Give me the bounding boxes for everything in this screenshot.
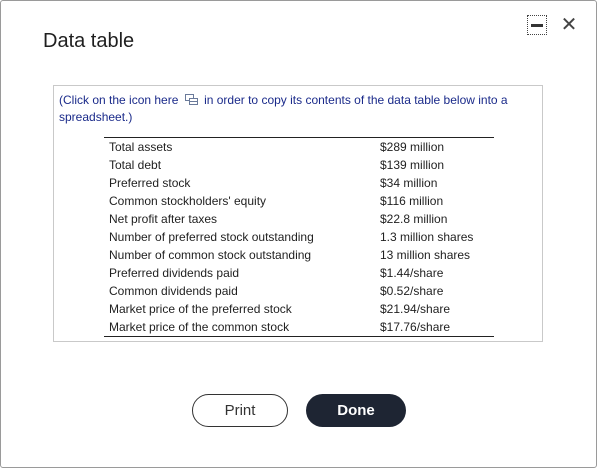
row-value: $116 million xyxy=(380,194,444,208)
copy-hint: (Click on the icon here in order to copy… xyxy=(59,92,539,126)
table-row: Market price of the preferred stock $21.9… xyxy=(104,300,494,318)
copy-hint-text-before: (Click on the icon here xyxy=(59,93,179,107)
row-label: Market price of the common stock xyxy=(109,320,290,334)
table-row: Net profit after taxes $22.8 million xyxy=(104,210,494,228)
row-value: $289 million xyxy=(380,140,445,154)
row-label: Total debt xyxy=(109,158,162,172)
row-label: Preferred dividends paid xyxy=(109,266,240,280)
row-value: $139 million xyxy=(380,158,445,172)
financial-data-table: Total assets $289 million Total debt $139 m… xyxy=(104,137,494,337)
table-row: Preferred dividends paid $1.44/share xyxy=(104,264,494,282)
close-button[interactable]: ✕ xyxy=(559,15,579,35)
row-label: Common dividends paid xyxy=(109,284,238,298)
table-row: Total assets $289 million xyxy=(104,138,494,157)
minimize-icon xyxy=(531,23,543,27)
table-row: Preferred stock $34 million xyxy=(104,174,494,192)
row-value: $17.76/share xyxy=(380,320,451,334)
row-value: $1.44/share xyxy=(380,266,444,280)
table-row: Common dividends paid $0.52/share xyxy=(104,282,494,300)
row-label: Number of common stock outstanding xyxy=(109,248,312,262)
row-label: Preferred stock xyxy=(109,176,191,190)
close-icon: ✕ xyxy=(560,14,578,36)
row-label: Common stockholders' equity xyxy=(109,194,267,208)
table-row: Common stockholders' equity $116 million xyxy=(104,192,494,210)
row-value: $21.94/share xyxy=(380,302,451,316)
row-value: 13 million shares xyxy=(380,248,471,262)
row-value: 1.3 million shares xyxy=(380,230,474,244)
row-label: Net profit after taxes xyxy=(109,212,218,226)
row-value: $34 million xyxy=(380,176,438,190)
data-table-panel: (Click on the icon here in order to copy… xyxy=(53,85,543,342)
done-button[interactable]: Done xyxy=(306,394,406,427)
table-row: Market price of the common stock $17.76/s… xyxy=(104,318,494,337)
dialog-title: Data table xyxy=(43,30,135,52)
row-value: $22.8 million xyxy=(380,212,448,226)
row-label: Market price of the preferred stock xyxy=(109,302,292,316)
row-label: Number of preferred stock outstanding xyxy=(109,230,314,244)
minimize-button[interactable] xyxy=(527,15,547,35)
row-label: Total assets xyxy=(109,140,173,154)
table-row: Number of common stock outstanding 13 mil… xyxy=(104,246,494,264)
row-value: $0.52/share xyxy=(380,284,444,298)
print-button[interactable]: Print xyxy=(192,394,288,427)
copy-spreadsheet-icon[interactable] xyxy=(184,94,198,105)
data-table-dialog: Data table ✕ (Click on the icon here in … xyxy=(0,0,597,468)
table-row: Number of preferred stock outstanding 1.3… xyxy=(104,228,494,246)
table-row: Total debt $139 million xyxy=(104,156,494,174)
